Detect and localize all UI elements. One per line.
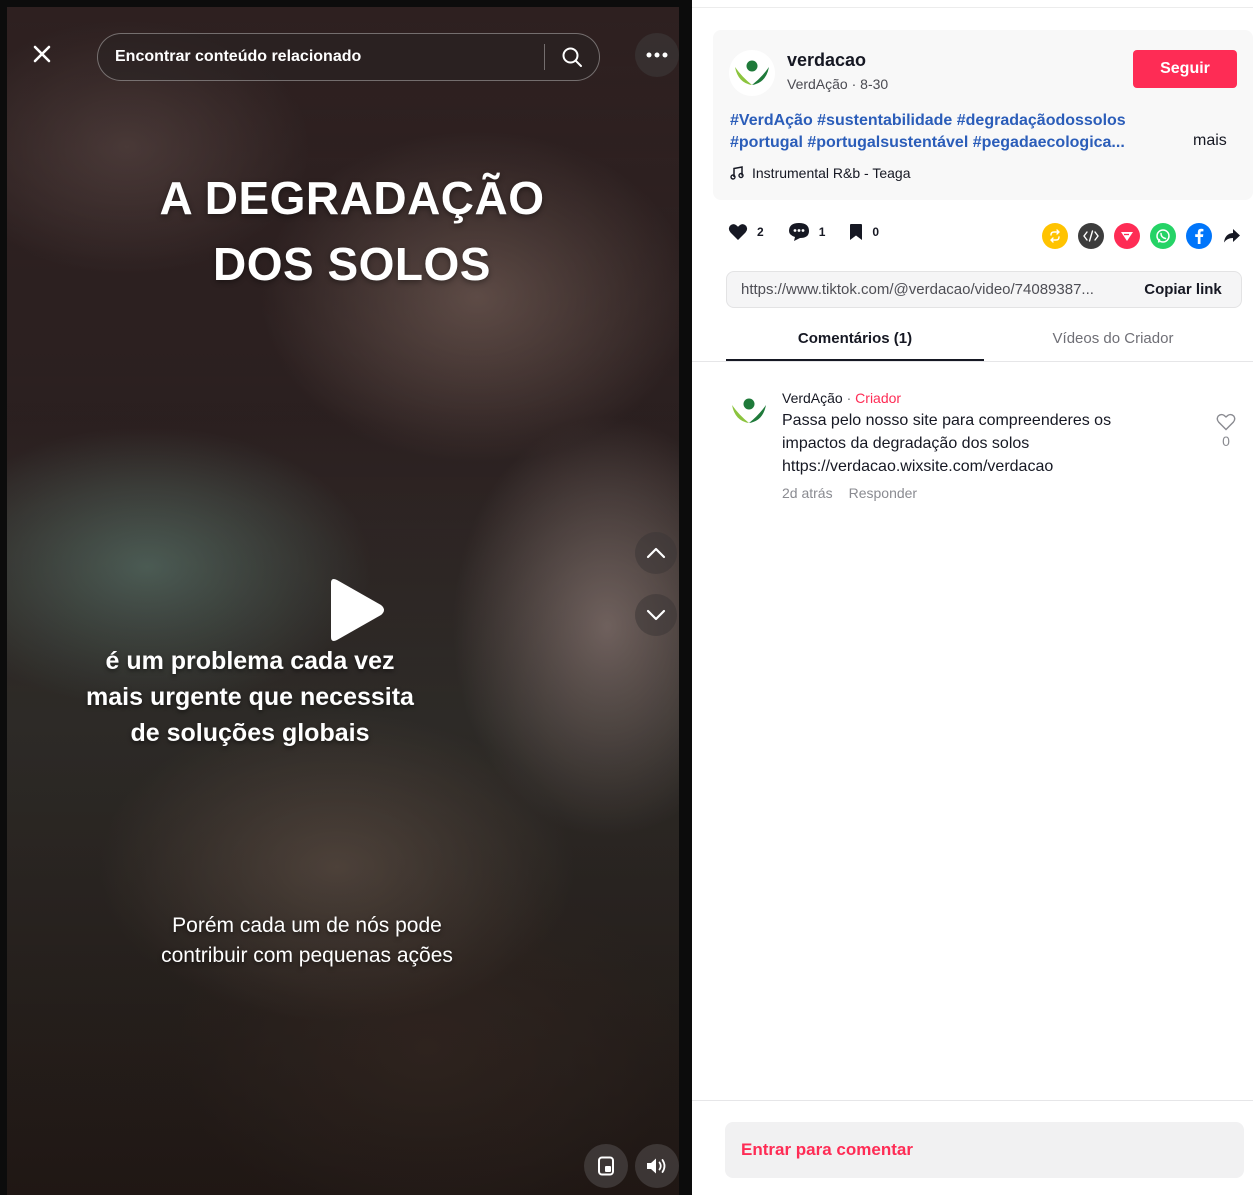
next-video-button[interactable]	[635, 594, 677, 636]
tabs-divider	[692, 361, 1253, 362]
comment-text-line-1: Passa pelo nosso site para compreenderes…	[782, 412, 1112, 429]
comment-text-line-3: https://verdacao.wixsite.com/verdacao	[782, 458, 1054, 475]
post-hashtags: #VerdAção #sustentabilidade #degradaçãod…	[730, 110, 1170, 154]
verdacao-logo-icon	[735, 60, 769, 85]
music-note-icon	[730, 166, 744, 180]
login-to-comment-button[interactable]: Entrar para comentar	[725, 1122, 1244, 1178]
repost-icon	[1050, 229, 1060, 243]
bookmark-icon	[850, 224, 863, 240]
hashtags-line-2[interactable]: #portugal #portugalsustentável #pegadaec…	[730, 132, 1170, 154]
floating-player-button[interactable]	[584, 1144, 628, 1188]
play-button[interactable]	[323, 577, 387, 643]
more-description-button[interactable]: mais	[1193, 132, 1227, 150]
reply-button[interactable]: Responder	[849, 485, 918, 501]
whatsapp-icon	[1156, 229, 1170, 243]
comment-bubble-icon	[788, 223, 809, 241]
more-options-button[interactable]	[635, 33, 679, 77]
more-dots-icon	[646, 52, 668, 58]
music-title: Instrumental R&b - Teaga	[752, 165, 911, 181]
chevron-down-icon	[646, 609, 666, 621]
hashtags-line-1[interactable]: #VerdAção #sustentabilidade #degradaçãod…	[730, 110, 1170, 132]
close-button[interactable]	[25, 37, 59, 71]
volume-button[interactable]	[635, 1144, 679, 1188]
save-button[interactable]: 0	[849, 223, 879, 241]
share-options	[1042, 223, 1242, 249]
author-subline: VerdAção · 8-30	[787, 76, 888, 92]
video-player[interactable]: Encontrar conteúdo relacionado A DEGRADA…	[7, 7, 679, 1195]
creator-badge: Criador	[855, 390, 902, 406]
close-icon	[33, 45, 51, 63]
copy-link-button[interactable]: Copiar link	[1125, 281, 1241, 298]
details-panel: verdacao VerdAção · 8-30 Seguir #VerdAçã…	[692, 0, 1253, 1195]
embed-icon	[1083, 230, 1099, 242]
follow-button[interactable]: Seguir	[1133, 50, 1237, 88]
post-date: 8-30	[860, 76, 889, 92]
heart-icon	[728, 224, 748, 240]
previous-video-button[interactable]	[635, 532, 677, 574]
comment-author-line: VerdAção · Criador	[782, 390, 901, 406]
comment-text: Passa pelo nosso site para compreenderes…	[782, 409, 1177, 478]
like-count: 2	[757, 225, 764, 239]
video-overlay-title: A DEGRADAÇÃO DOS SOLOS	[107, 165, 597, 297]
author-display-name: VerdAção	[787, 76, 848, 92]
play-icon	[331, 579, 384, 641]
bottom-divider	[692, 1100, 1253, 1101]
repost-button[interactable]	[1042, 223, 1068, 249]
video-overlay-text-1: é um problema cada vez mais urgente que …	[86, 647, 414, 747]
floating-player-icon	[598, 1156, 614, 1176]
details-tabs: Comentários (1) Vídeos do Criador	[726, 321, 1253, 361]
music-link[interactable]: Instrumental R&b - Teaga	[730, 165, 911, 181]
search-button[interactable]	[545, 46, 599, 68]
video-panel: Encontrar conteúdo relacionado A DEGRADA…	[0, 0, 692, 1195]
tab-creator-videos[interactable]: Vídeos do Criador	[984, 321, 1242, 361]
top-divider	[692, 7, 1253, 8]
like-button[interactable]: 2	[728, 223, 764, 241]
comment-button[interactable]: 1	[788, 222, 826, 242]
save-count: 0	[872, 225, 880, 239]
comment-author-separator: ·	[842, 390, 856, 406]
comment-text-line-2: impactos da degradação dos solos	[782, 435, 1030, 452]
verdacao-logo-icon	[732, 398, 766, 423]
comment-meta: 2d atrás Responder	[782, 485, 917, 501]
video-link-box: https://www.tiktok.com/@verdacao/video/7…	[726, 271, 1242, 308]
comment-like-count: 0	[1222, 433, 1230, 449]
send-icon	[1121, 232, 1133, 241]
login-to-comment-label: Entrar para comentar	[741, 1140, 913, 1159]
comment-like-button[interactable]: 0	[1216, 413, 1236, 449]
video-link-url[interactable]: https://www.tiktok.com/@verdacao/video/7…	[727, 281, 1125, 298]
more-share-button[interactable]	[1222, 223, 1242, 249]
engagement-actions: 2 1 0	[728, 222, 903, 242]
tab-comments[interactable]: Comentários (1)	[726, 321, 984, 361]
author-avatar[interactable]	[729, 50, 775, 96]
video-overlay-text-2: Porém cada um de nós pode contribuir com…	[161, 914, 453, 967]
overlay-title-line1: A DEGRADAÇÃO	[159, 172, 545, 224]
chevron-up-icon	[646, 547, 666, 559]
comment-count: 1	[818, 225, 826, 239]
search-input[interactable]: Encontrar conteúdo relacionado	[98, 48, 544, 66]
heart-outline-icon	[1216, 413, 1236, 431]
facebook-icon	[1195, 228, 1204, 244]
whatsapp-share-button[interactable]	[1150, 223, 1176, 249]
related-search-box[interactable]: Encontrar conteúdo relacionado	[97, 33, 600, 81]
send-to-friends-button[interactable]	[1114, 223, 1140, 249]
embed-button[interactable]	[1078, 223, 1104, 249]
comment-avatar[interactable]	[726, 388, 772, 434]
comment-author-name[interactable]: VerdAção	[782, 390, 843, 406]
subline-separator: ·	[847, 76, 861, 92]
comment-time: 2d atrás	[782, 485, 833, 501]
facebook-share-button[interactable]	[1186, 223, 1212, 249]
overlay-title-line2: DOS SOLOS	[213, 238, 491, 290]
share-arrow-icon	[1224, 229, 1240, 243]
post-info-card: verdacao VerdAção · 8-30 Seguir #VerdAçã…	[713, 30, 1253, 200]
author-username[interactable]: verdacao	[787, 50, 866, 71]
volume-icon	[647, 1158, 666, 1174]
search-icon	[562, 47, 582, 67]
